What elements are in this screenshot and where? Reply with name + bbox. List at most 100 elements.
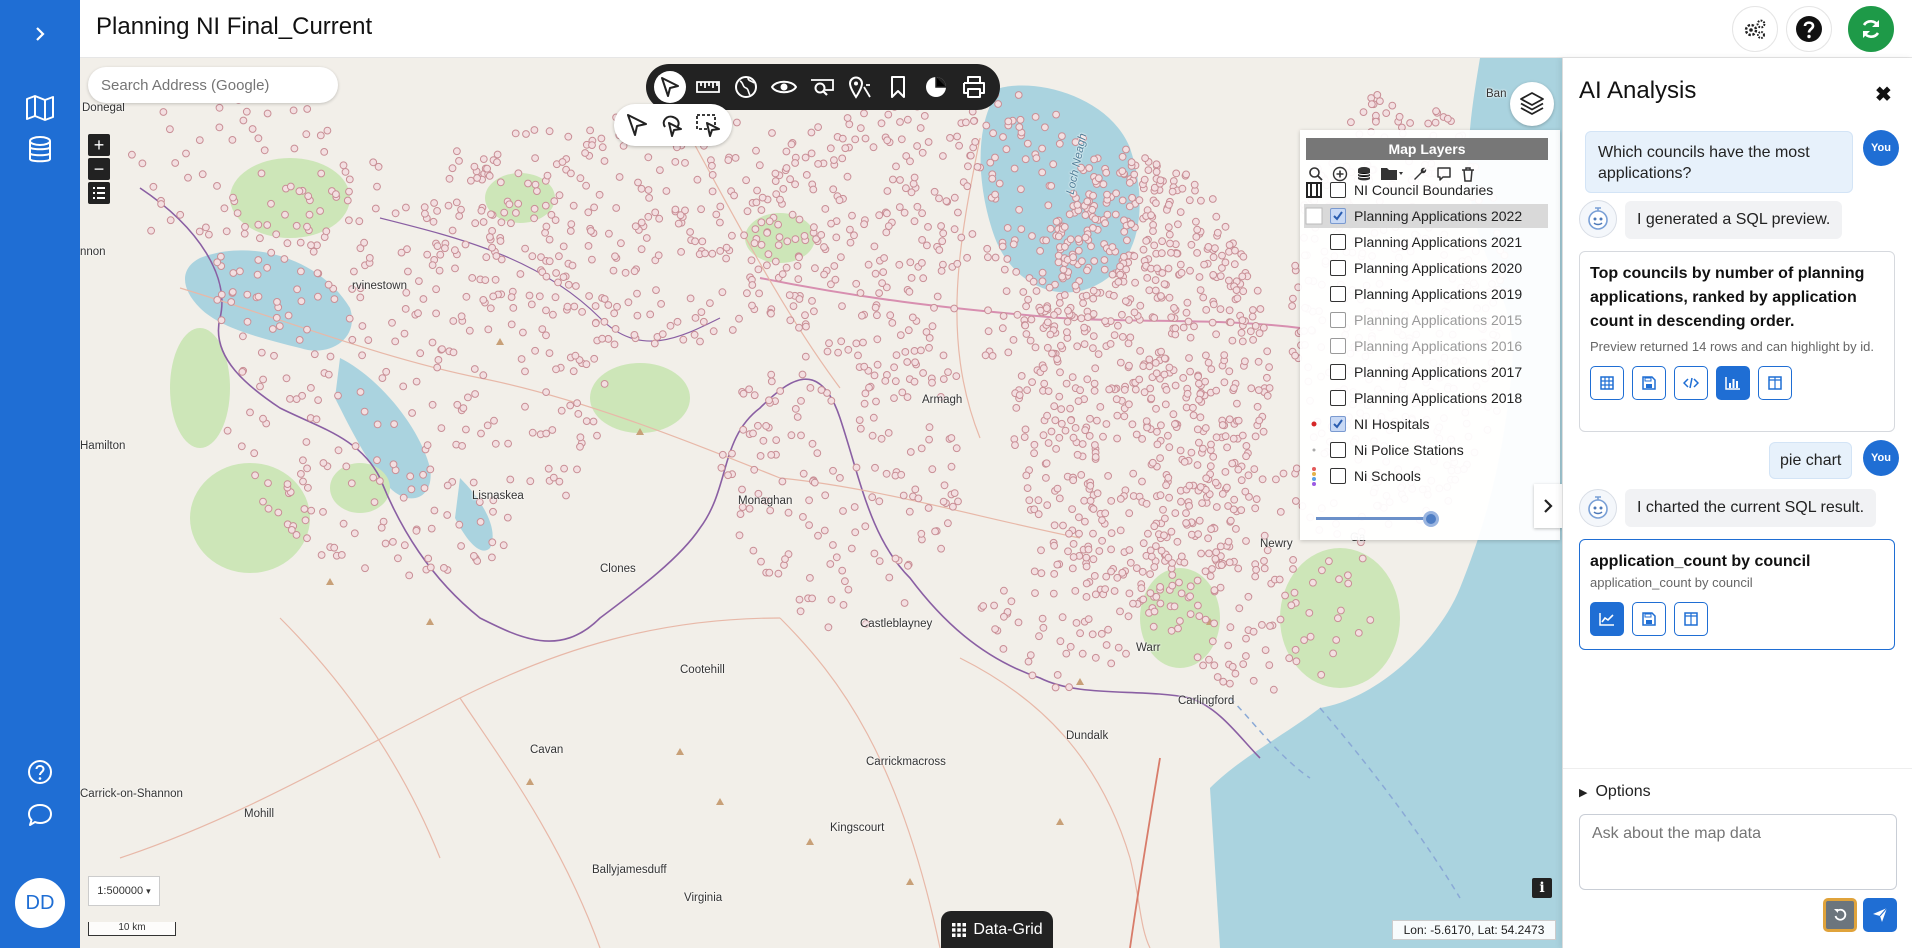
layers-button[interactable] xyxy=(1510,82,1554,126)
select-pointer-icon[interactable] xyxy=(625,113,649,137)
columns-view-button[interactable] xyxy=(1674,602,1708,636)
layer-checkbox[interactable] xyxy=(1330,442,1346,458)
planning-application-point xyxy=(545,127,554,136)
layer-opacity-slider-thumb[interactable] xyxy=(1423,511,1440,527)
planning-application-point xyxy=(521,402,529,411)
planning-application-point xyxy=(775,233,784,242)
data-grid-button[interactable]: Data-Grid xyxy=(941,911,1053,948)
planning-application-point xyxy=(947,462,956,471)
layer-row[interactable]: Planning Applications 2018 xyxy=(1304,386,1548,410)
layer-checkbox[interactable] xyxy=(1330,208,1346,224)
planning-application-point xyxy=(479,371,488,380)
chart-result-subtitle: application_count by council xyxy=(1590,575,1753,590)
planning-application-point xyxy=(364,336,373,345)
layer-opacity-slider[interactable] xyxy=(1316,517,1434,520)
layer-row[interactable]: Planning Applications 2019 xyxy=(1304,282,1548,306)
view-sql-button[interactable] xyxy=(1674,366,1708,400)
location-tool-button[interactable] xyxy=(844,71,876,103)
planning-application-point xyxy=(917,444,926,453)
planning-application-point xyxy=(304,483,312,492)
planning-application-point xyxy=(963,182,972,191)
save-button[interactable] xyxy=(1632,366,1666,400)
reset-button[interactable] xyxy=(1823,898,1857,932)
address-search-input[interactable] xyxy=(88,67,338,103)
visibility-tool-button[interactable] xyxy=(768,71,800,103)
refresh-button[interactable] xyxy=(1848,6,1894,52)
chat-icon[interactable] xyxy=(20,795,60,835)
columns-view-button[interactable] xyxy=(1758,366,1792,400)
layer-checkbox[interactable] xyxy=(1330,260,1346,276)
save-button[interactable] xyxy=(1632,602,1666,636)
layer-row[interactable]: NI Council Boundaries xyxy=(1304,178,1548,202)
layer-row[interactable]: Planning Applications 2022 xyxy=(1304,204,1548,228)
layer-row[interactable]: Planning Applications 2020 xyxy=(1304,256,1548,280)
planning-application-point xyxy=(1206,572,1215,580)
planning-application-point xyxy=(1021,425,1030,434)
planning-application-point xyxy=(1100,256,1109,264)
planning-application-point xyxy=(944,519,952,528)
collapse-layers-panel-button[interactable] xyxy=(1534,484,1562,528)
query-tool-button[interactable] xyxy=(806,71,838,103)
layer-checkbox[interactable] xyxy=(1330,468,1346,484)
send-icon xyxy=(1873,907,1888,922)
close-icon[interactable]: ✖ xyxy=(1875,82,1892,107)
help-button[interactable] xyxy=(1786,6,1832,52)
info-button[interactable]: i xyxy=(1532,878,1552,898)
planning-application-point xyxy=(1071,424,1080,432)
database-icon[interactable] xyxy=(20,130,60,170)
planning-application-point xyxy=(1085,164,1093,172)
planning-application-point xyxy=(1053,484,1062,493)
layer-row[interactable]: Planning Applications 2021 xyxy=(1304,230,1548,254)
line-chart-button[interactable] xyxy=(1590,602,1624,636)
layer-row[interactable]: NI Hospitals xyxy=(1304,412,1548,436)
planning-application-point xyxy=(555,191,564,200)
layer-checkbox[interactable] xyxy=(1330,364,1346,380)
print-tool-button[interactable] xyxy=(958,71,990,103)
planning-application-point xyxy=(222,227,231,236)
planning-application-point xyxy=(263,221,272,229)
options-toggle[interactable]: ▶ Options xyxy=(1579,783,1651,801)
chart-view-button[interactable] xyxy=(1716,366,1750,400)
layer-row[interactable]: Planning Applications 2016 xyxy=(1304,334,1548,358)
planning-application-point xyxy=(400,329,409,338)
globe-tool-button[interactable] xyxy=(730,71,762,103)
layer-checkbox[interactable] xyxy=(1330,312,1346,328)
planning-application-point xyxy=(457,312,466,321)
legend-list-button[interactable] xyxy=(88,182,110,204)
settings-button[interactable] xyxy=(1732,6,1778,52)
layer-checkbox[interactable] xyxy=(1330,182,1346,198)
help-icon[interactable] xyxy=(20,752,60,792)
layer-checkbox[interactable] xyxy=(1330,390,1346,406)
planning-application-point xyxy=(884,429,893,437)
layer-checkbox[interactable] xyxy=(1330,234,1346,250)
lasso-select-icon[interactable] xyxy=(659,113,685,137)
layer-checkbox[interactable] xyxy=(1330,416,1346,432)
table-view-button[interactable] xyxy=(1590,366,1624,400)
user-avatar[interactable]: DD xyxy=(15,878,65,928)
zoom-out-button[interactable]: − xyxy=(88,158,110,180)
layer-row[interactable]: Planning Applications 2017 xyxy=(1304,360,1548,384)
zoom-in-button[interactable]: + xyxy=(88,134,110,156)
box-select-icon[interactable] xyxy=(695,113,721,137)
scale-dropdown[interactable]: 1:500000 ▾ xyxy=(88,876,160,906)
map-icon[interactable] xyxy=(20,88,60,128)
map-canvas[interactable]: Donegal nnon rvinestown Hamilton Lisnask… xyxy=(80,58,1562,948)
measure-tool-button[interactable] xyxy=(692,71,724,103)
bookmark-tool-button[interactable] xyxy=(882,71,914,103)
chart-tool-button[interactable] xyxy=(920,71,952,103)
layer-checkbox[interactable] xyxy=(1330,338,1346,354)
user-badge: You xyxy=(1863,130,1899,166)
send-button[interactable] xyxy=(1863,898,1897,932)
planning-application-point xyxy=(259,375,268,384)
layer-row[interactable]: Ni Schools xyxy=(1304,464,1548,488)
chat-input[interactable] xyxy=(1579,814,1897,890)
layer-row[interactable]: Planning Applications 2015 xyxy=(1304,308,1548,332)
planning-application-point xyxy=(1305,609,1314,617)
layer-checkbox[interactable] xyxy=(1330,286,1346,302)
layer-row[interactable]: Ni Police Stations xyxy=(1304,438,1548,462)
select-tool-button[interactable] xyxy=(654,71,686,103)
planning-application-point xyxy=(1239,252,1248,261)
planning-application-point xyxy=(1028,378,1036,387)
expand-chevron-icon[interactable] xyxy=(20,14,60,54)
planning-application-point xyxy=(954,497,962,506)
